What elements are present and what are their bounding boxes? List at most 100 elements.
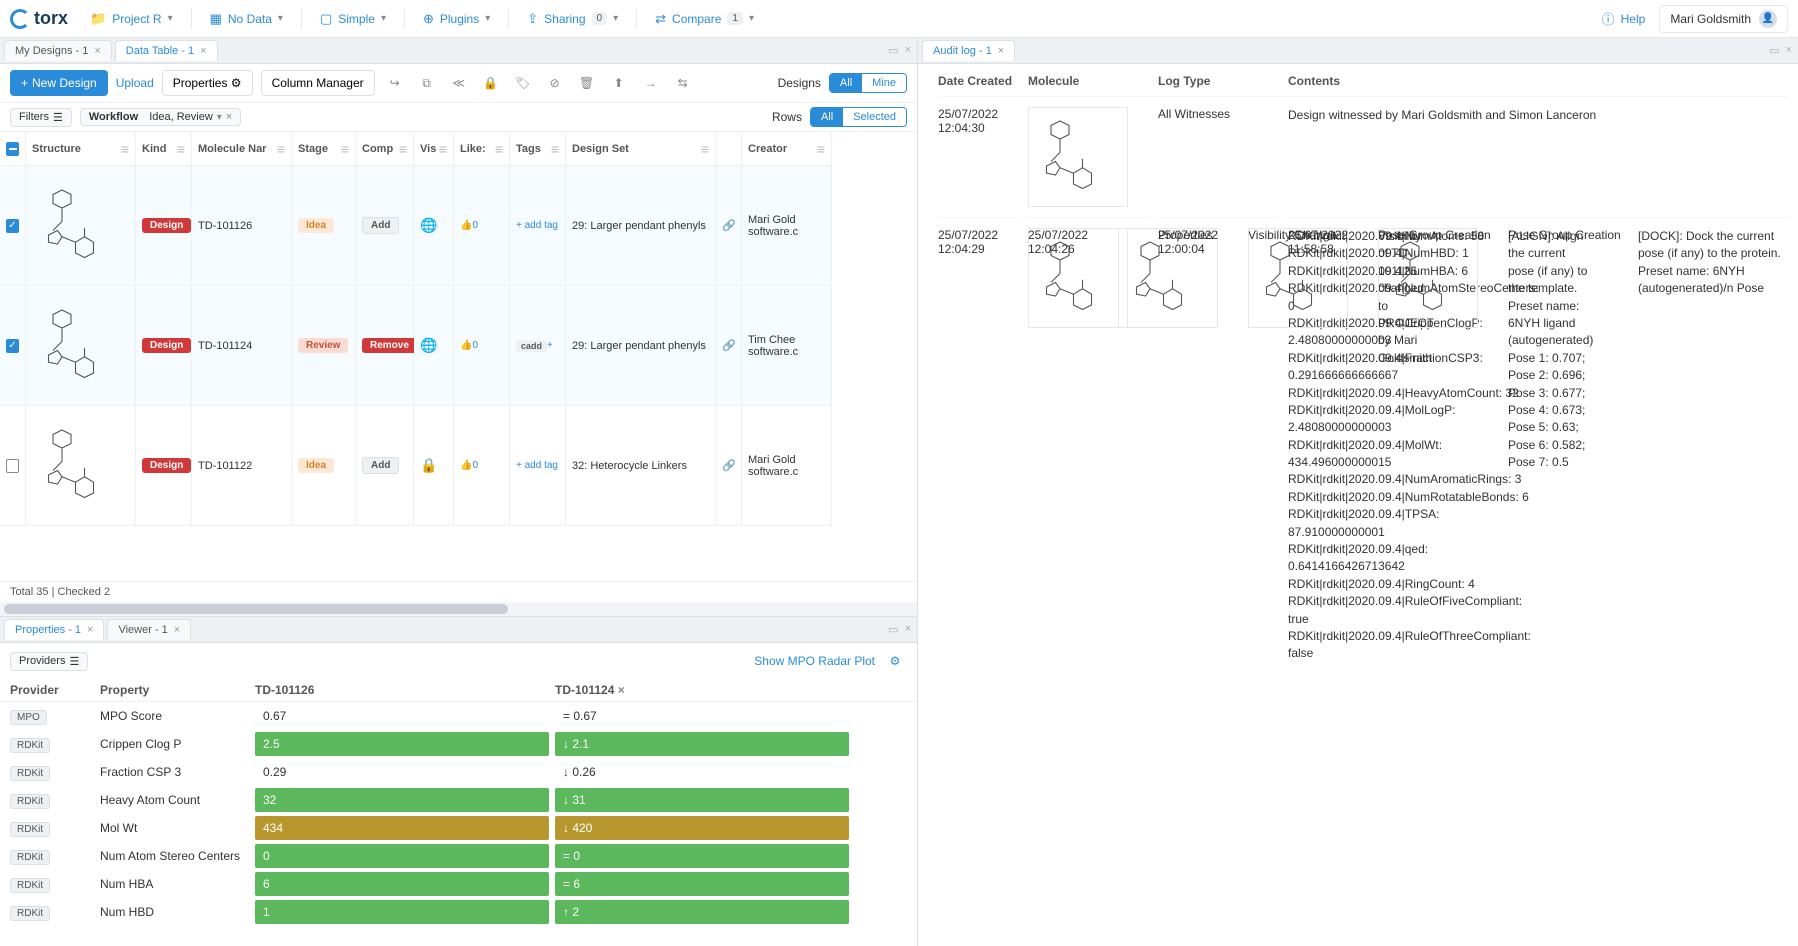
- comp-button[interactable]: Add: [362, 457, 399, 474]
- column-header[interactable]: Like:≡: [454, 132, 510, 166]
- add-tag-button[interactable]: + add tag: [516, 220, 558, 231]
- share-icon[interactable]: ≪: [447, 71, 471, 95]
- close-panel-icon[interactable]: ×: [905, 623, 911, 636]
- workflow-chip[interactable]: Workflow Idea, Review▾×: [80, 108, 241, 126]
- close-panel-icon[interactable]: ×: [905, 44, 911, 57]
- column-menu-icon[interactable]: ≡: [121, 141, 129, 157]
- link-icon[interactable]: 🔗: [722, 339, 736, 352]
- row-checkbox[interactable]: ✓: [6, 339, 19, 353]
- column-header[interactable]: Comp≡: [356, 132, 414, 166]
- close-panel-icon[interactable]: ×: [1786, 44, 1792, 57]
- designs-toggle[interactable]: All Mine: [829, 73, 907, 93]
- molecule-structure[interactable]: [32, 178, 127, 273]
- stage-badge[interactable]: Review: [298, 338, 348, 353]
- user-menu[interactable]: Mari Goldsmith👤: [1659, 5, 1788, 33]
- add-tag-button[interactable]: + add tag: [516, 460, 558, 471]
- column-menu-icon[interactable]: ≡: [495, 141, 503, 157]
- hscrollbar[interactable]: [0, 602, 917, 616]
- column-menu-icon[interactable]: ≡: [399, 141, 407, 157]
- globe-icon[interactable]: 🌐: [420, 337, 437, 354]
- minimize-icon[interactable]: ▭: [888, 623, 898, 636]
- add-tag-button[interactable]: +: [547, 340, 553, 351]
- column-menu-icon[interactable]: ≡: [701, 141, 709, 157]
- providers-chip[interactable]: Providers☰: [10, 652, 88, 671]
- column-menu-icon[interactable]: ≡: [277, 141, 285, 157]
- close-icon[interactable]: ×: [94, 45, 100, 57]
- arrow-right-icon[interactable]: →: [639, 71, 663, 95]
- properties-button[interactable]: Properties ⚙: [162, 70, 253, 96]
- upload-link[interactable]: Upload: [116, 76, 154, 90]
- stage-badge[interactable]: Idea: [298, 218, 334, 233]
- swap-icon[interactable]: ⇆: [671, 71, 695, 95]
- row-checkbox[interactable]: [6, 459, 19, 473]
- upload-icon[interactable]: ⬆: [607, 71, 631, 95]
- column-header[interactable]: Tags≡: [510, 132, 566, 166]
- comp-button[interactable]: Add: [362, 217, 399, 234]
- lock-icon[interactable]: 🔒: [479, 71, 503, 95]
- clear-filter-icon[interactable]: ×: [226, 111, 232, 123]
- close-icon[interactable]: ×: [200, 45, 206, 57]
- row-checkbox[interactable]: ✓: [6, 219, 19, 233]
- redo-icon[interactable]: ↪: [383, 71, 407, 95]
- column-header[interactable]: Kind≡: [136, 132, 192, 166]
- comp-button[interactable]: Remove: [362, 338, 417, 353]
- project-menu[interactable]: 📁Project R▾: [80, 6, 183, 32]
- link-icon[interactable]: ⊘: [543, 71, 567, 95]
- minimize-icon[interactable]: ▭: [1769, 44, 1779, 57]
- rows-toggle[interactable]: All Selected: [810, 107, 907, 127]
- tag-icon[interactable]: 🏷: [511, 71, 535, 95]
- column-header[interactable]: Design Set≡: [566, 132, 716, 166]
- tab-viewer[interactable]: Viewer - 1×: [107, 619, 191, 640]
- molecule-structure[interactable]: [32, 298, 127, 393]
- tab-auditlog[interactable]: Audit log - 1×: [922, 40, 1015, 61]
- like-count[interactable]: 👍0: [460, 340, 478, 351]
- help-link[interactable]: ⓘHelp: [1592, 4, 1656, 33]
- sharing-menu[interactable]: ⇪Sharing0▾: [517, 6, 628, 32]
- column-menu-icon[interactable]: ≡: [177, 141, 185, 157]
- rows-all[interactable]: All: [811, 108, 843, 126]
- rows-selected[interactable]: Selected: [843, 108, 906, 126]
- stage-badge[interactable]: Idea: [298, 458, 334, 473]
- molecule-structure[interactable]: [32, 418, 127, 513]
- gear-icon[interactable]: ⚙: [883, 649, 907, 673]
- select-all-checkbox[interactable]: [6, 142, 19, 156]
- column-header[interactable]: Molecule Nar≡: [192, 132, 292, 166]
- tab-datatable[interactable]: Data Table - 1×: [115, 40, 218, 61]
- remove-col-icon[interactable]: ×: [618, 683, 625, 697]
- link-icon[interactable]: 🔗: [722, 219, 736, 232]
- tag-chip[interactable]: cadd: [516, 340, 547, 352]
- close-icon[interactable]: ×: [174, 624, 180, 636]
- like-count[interactable]: 👍0: [460, 460, 478, 471]
- column-header[interactable]: Vis≡: [414, 132, 454, 166]
- nodata-menu[interactable]: ▦No Data▾: [200, 6, 293, 32]
- tab-properties[interactable]: Properties - 1×: [4, 619, 104, 640]
- globe-icon[interactable]: 🌐: [420, 217, 437, 234]
- filters-chip[interactable]: Filters☰: [10, 108, 72, 127]
- compare-menu[interactable]: ⇄Compare1▾: [645, 6, 764, 32]
- link-icon[interactable]: 🔗: [722, 459, 736, 472]
- audit-molecule[interactable]: [1028, 107, 1128, 207]
- audit-molecule[interactable]: [1378, 228, 1478, 328]
- trash-icon[interactable]: 🗑: [575, 71, 599, 95]
- copy-icon[interactable]: ⧉: [415, 71, 439, 95]
- designs-all[interactable]: All: [830, 74, 862, 92]
- column-manager-button[interactable]: Column Manager: [261, 70, 375, 96]
- lock-icon[interactable]: 🔒: [420, 457, 437, 474]
- column-header[interactable]: Structure≡: [26, 132, 136, 166]
- like-count[interactable]: 👍0: [460, 220, 478, 231]
- plugins-menu[interactable]: ⊕Plugins▾: [413, 6, 500, 32]
- column-header[interactable]: Stage≡: [292, 132, 356, 166]
- tab-mydesigns[interactable]: My Designs - 1×: [4, 40, 112, 61]
- simple-menu[interactable]: ▢Simple▾: [310, 6, 396, 32]
- column-menu-icon[interactable]: ≡: [817, 141, 825, 157]
- column-header[interactable]: Creator≡: [742, 132, 832, 166]
- designs-mine[interactable]: Mine: [862, 74, 906, 92]
- minimize-icon[interactable]: ▭: [888, 44, 898, 57]
- column-menu-icon[interactable]: ≡: [439, 141, 447, 157]
- column-menu-icon[interactable]: ≡: [551, 141, 559, 157]
- show-radar-link[interactable]: Show MPO Radar Plot: [754, 654, 875, 668]
- close-icon[interactable]: ×: [998, 45, 1004, 57]
- column-menu-icon[interactable]: ≡: [341, 141, 349, 157]
- close-icon[interactable]: ×: [87, 624, 93, 636]
- new-design-button[interactable]: +New Design: [10, 70, 108, 96]
